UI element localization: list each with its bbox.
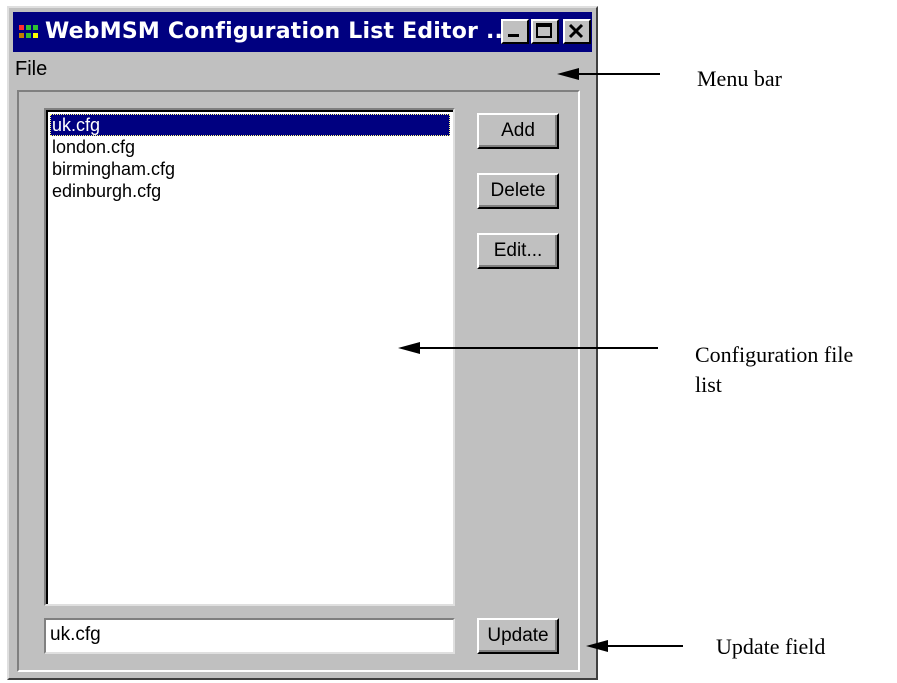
close-icon [568,23,584,39]
config-list-annotation-line2: list [695,372,722,397]
menu-file[interactable]: File [15,58,47,81]
app-icon [19,25,38,38]
menu-bar-arrow-line [575,73,660,75]
config-list-arrow-line [418,347,658,349]
update-field-arrow-line [605,645,683,647]
config-list-editor-window: WebMSM Configuration List Editor ... Fil… [7,6,598,680]
window-title: WebMSM Configuration List Editor ... [45,19,512,44]
delete-button[interactable]: Delete [477,173,559,209]
update-field-annotation: Update field [716,634,826,659]
maximize-button[interactable] [531,19,559,44]
title-bar[interactable]: WebMSM Configuration List Editor ... [13,12,592,52]
list-item[interactable]: edinburgh.cfg [50,180,161,202]
list-item[interactable]: london.cfg [50,136,135,158]
add-button[interactable]: Add [477,113,559,149]
config-list-arrow-head [398,342,420,354]
config-file-list[interactable]: uk.cfg london.cfg birmingham.cfg edinbur… [44,108,455,606]
close-button[interactable] [563,19,591,44]
config-list-annotation-line1: Configuration file [695,342,854,367]
minimize-button[interactable] [501,19,529,44]
menu-bar: File [13,56,592,86]
menu-bar-annotation: Menu bar [697,66,782,91]
list-item[interactable]: birmingham.cfg [50,158,175,180]
list-item[interactable]: uk.cfg [50,114,450,136]
update-field[interactable]: uk.cfg [44,618,455,654]
update-field-arrow-head [586,640,608,652]
config-file-list-inner: uk.cfg london.cfg birmingham.cfg edinbur… [46,110,453,604]
maximize-icon [536,23,552,38]
menu-bar-arrow-head [557,68,579,80]
edit-button[interactable]: Edit... [477,233,559,269]
minimize-icon [508,34,519,37]
update-button[interactable]: Update [477,618,559,654]
